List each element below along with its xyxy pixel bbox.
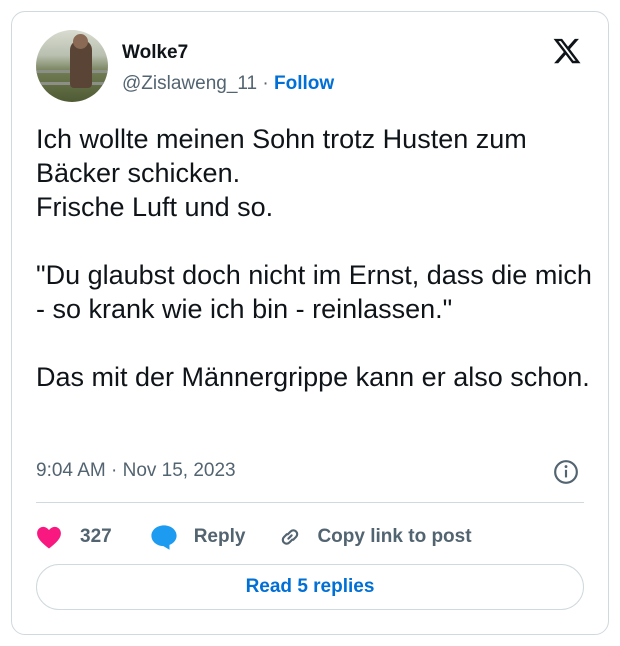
user-handle[interactable]: @Zislaweng_11 <box>122 73 257 94</box>
timestamp[interactable]: 9:04 AM · Nov 15, 2023 <box>36 460 236 482</box>
link-icon <box>282 529 299 545</box>
speech-bubble-icon <box>151 525 177 550</box>
follow-button[interactable]: Follow <box>274 73 334 94</box>
display-name[interactable]: Wolke7 <box>122 42 188 64</box>
tweet-card: Wolke7 @Zislaweng_11 · Follow Ich wollte… <box>11 11 609 635</box>
avatar-person-head <box>73 34 88 49</box>
separator-dot: · <box>262 73 269 94</box>
action-bar: 327 Reply Copy link to post <box>36 517 472 557</box>
copy-link-button[interactable]: Copy link to post <box>277 524 472 550</box>
read-replies-button[interactable]: Read 5 replies <box>36 564 584 610</box>
reply-label: Reply <box>193 526 246 547</box>
like-button[interactable]: 327 <box>36 525 112 549</box>
avatar[interactable] <box>36 30 108 102</box>
copy-link-label: Copy link to post <box>317 526 472 547</box>
info-icon[interactable] <box>553 459 579 485</box>
reply-button[interactable]: Reply <box>150 524 246 550</box>
heart-icon <box>37 526 61 549</box>
divider <box>36 502 584 503</box>
x-logo-icon[interactable] <box>552 36 582 66</box>
handle-row: @Zislaweng_11 · Follow <box>122 73 334 95</box>
like-count: 327 <box>80 526 112 547</box>
tweet-text: Ich wollte meinen Sohn trotz Husten zum … <box>36 124 592 392</box>
